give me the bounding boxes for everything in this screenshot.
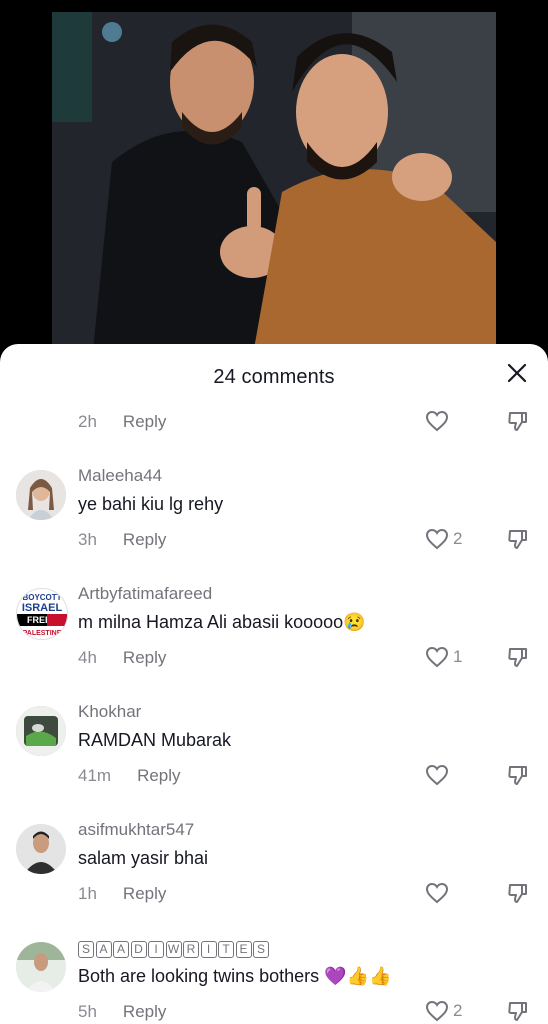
thumbs-down-icon[interactable] [506, 409, 530, 433]
reply-button[interactable]: Reply [123, 648, 166, 667]
video-background[interactable] [0, 0, 548, 360]
video-photo [52, 12, 496, 360]
heart-outline-icon[interactable] [425, 646, 449, 668]
comment-meta: 4h Reply [78, 648, 166, 668]
video-frame[interactable] [52, 12, 496, 360]
thumbs-down-icon[interactable] [506, 999, 530, 1023]
like-count: 1 [453, 647, 463, 666]
reply-button[interactable]: Reply [137, 766, 180, 785]
thumbs-down-icon[interactable] [506, 527, 530, 551]
thumbs-down-icon[interactable] [506, 763, 530, 787]
comment-meta: 3h Reply [78, 530, 166, 550]
avatar-photo [16, 942, 66, 992]
heart-outline-icon[interactable] [425, 764, 449, 786]
username-letter: I [200, 941, 217, 958]
username-letter: S [78, 941, 94, 958]
username-letter: I [148, 941, 164, 958]
heart-outline-icon[interactable] [425, 882, 449, 904]
comment-meta: 41m Reply [78, 766, 181, 786]
comments-count-title: 24 comments [213, 366, 335, 388]
comment-item: Khokhar RAMDAN Mubarak 41m Reply [0, 698, 548, 798]
comment-item: Maleeha44 ye bahi kiu lg rehy 3h Reply 2 [0, 462, 548, 562]
username-letter: E [235, 941, 252, 958]
close-icon[interactable] [506, 362, 528, 384]
username-letter: A [113, 941, 129, 958]
username-letter: S [253, 941, 269, 958]
avatar[interactable] [16, 470, 66, 520]
thumbs-down-icon[interactable] [506, 881, 530, 905]
comment-username[interactable]: Khokhar [78, 702, 141, 722]
comment-username[interactable]: Maleeha44 [78, 466, 162, 486]
username-letter: W [165, 941, 182, 958]
comment-item: BOYCOTT ISRAEL FREE PALESTINE Artbyfatim… [0, 580, 548, 680]
reply-button[interactable]: Reply [123, 1002, 166, 1021]
comment-item: SAADIWRITES Both are looking twins bothe… [0, 934, 548, 1024]
avatar-text: ISRAEL [22, 602, 63, 614]
thumbs-down-icon[interactable] [506, 645, 530, 669]
avatar[interactable]: BOYCOTT ISRAEL FREE PALESTINE [16, 588, 68, 640]
comment-time: 1h [78, 884, 97, 903]
comment-text: Both are looking twins bothers 💜👍👍 [78, 966, 392, 986]
like-count: 2 [453, 529, 463, 548]
sheet-header: 24 comments [0, 344, 548, 406]
comment-username[interactable]: SAADIWRITES [78, 938, 271, 958]
username-letter: D [130, 941, 147, 958]
comment-meta: 1h Reply [78, 884, 166, 904]
comment-text: salam yasir bhai [78, 848, 209, 868]
heart-outline-icon[interactable] [425, 410, 449, 432]
comment-text: RAMDAN Mubarak [78, 730, 232, 750]
avatar-photo: BOYCOTT ISRAEL FREE PALESTINE [17, 589, 67, 639]
username-letter: R [183, 941, 199, 958]
comment-meta: 2h Reply [78, 412, 166, 432]
comment-username[interactable]: Artbyfatimafareed [78, 584, 212, 604]
comment-username[interactable]: asifmukhtar547 [78, 820, 194, 840]
avatar-photo [16, 470, 66, 520]
heart-outline-icon[interactable] [425, 1000, 449, 1022]
comment-item: 2h Reply [0, 402, 548, 442]
comment-time: 5h [78, 1002, 97, 1021]
reply-button[interactable]: Reply [123, 412, 166, 431]
avatar[interactable] [16, 706, 66, 756]
avatar-text: PALESTINE [23, 630, 62, 637]
avatar-photo [16, 824, 66, 874]
heart-outline-icon[interactable] [425, 528, 449, 550]
username-letter: A [95, 941, 112, 958]
comment-time: 3h [78, 530, 97, 549]
comment-meta: 5h Reply [78, 1002, 166, 1022]
like-count: 2 [453, 1001, 463, 1020]
comment-time: 2h [78, 412, 97, 431]
avatar-text: BOYCOTT [22, 593, 61, 602]
reply-button[interactable]: Reply [123, 884, 166, 903]
comment-text: m milna Hamza Ali abasii kooooo😢 [78, 612, 366, 632]
comment-item: asifmukhtar547 salam yasir bhai 1h Reply [0, 816, 548, 916]
avatar[interactable] [16, 942, 66, 992]
comment-time: 4h [78, 648, 97, 667]
username-letter: T [218, 941, 234, 958]
reply-button[interactable]: Reply [123, 530, 166, 549]
comment-text: ye bahi kiu lg rehy [78, 494, 224, 514]
avatar-photo [16, 706, 66, 756]
comment-time: 41m [78, 766, 112, 785]
comments-sheet: 24 comments 2h Reply Maleeha44 ye bahi ki… [0, 344, 548, 1024]
avatar[interactable] [16, 824, 66, 874]
